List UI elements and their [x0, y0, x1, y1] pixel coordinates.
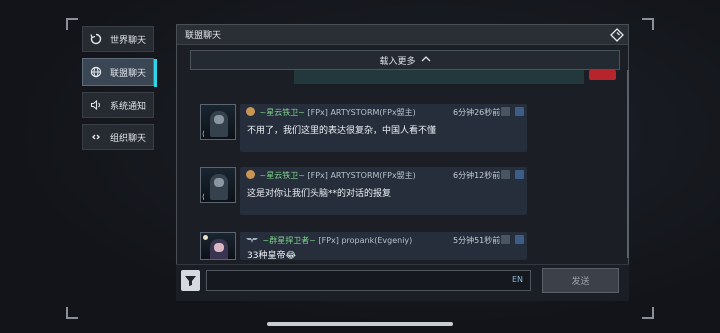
previous-message-fragment — [294, 70, 584, 84]
globe-icon — [90, 66, 102, 78]
filter-icon — [185, 276, 196, 286]
translate-icon[interactable] — [515, 107, 524, 116]
message-text: 这是对你让我们头脑**的对话的报复 — [247, 189, 392, 199]
avatar-face — [214, 243, 224, 252]
avatar-face — [214, 115, 224, 124]
message-time: 6分钟26秒前 — [453, 108, 501, 117]
rank-badge-icon — [246, 170, 255, 179]
nav-item-system-notice[interactable]: 系统通知 — [82, 92, 154, 118]
load-more-label: 载入更多 — [379, 56, 416, 67]
diamond-icon[interactable] — [610, 27, 624, 42]
panel-title: 联盟聊天 — [185, 31, 222, 41]
chat-input[interactable]: EN — [206, 270, 531, 291]
sender-guild: ~星云铁卫~ — [259, 171, 305, 180]
sender-line: ~群星捍卫者~ [FPx] propank(Evgeniy) — [246, 235, 412, 246]
message-bubble: ~星云铁卫~ [FPx] ARTYSTORM(FPx盟主) 6分钟12秒前 这是… — [240, 167, 527, 215]
sender-name[interactable]: ARTYSTORM(FPx盟主) — [330, 108, 415, 117]
speaker-icon — [90, 99, 102, 111]
rank-chevron-icon: ⟨ — [202, 193, 205, 201]
frame-corner — [66, 18, 78, 30]
nav-item-world-chat[interactable]: 世界聊天 — [82, 26, 154, 52]
avatar-face — [214, 178, 224, 187]
message-bubble: ~星云铁卫~ [FPx] ARTYSTORM(FPx盟主) 6分钟26秒前 不用… — [240, 104, 527, 152]
send-button[interactable]: 发送 — [542, 268, 619, 293]
rank-badge-icon — [246, 107, 255, 116]
nav-item-label: 世界聊天 — [110, 35, 147, 46]
frame-corner — [642, 18, 654, 30]
sender-tag: [FPx] — [318, 236, 339, 245]
nav-item-label: 系统通知 — [110, 101, 147, 112]
sender-guild: ~群星捍卫者~ — [262, 236, 316, 245]
send-button-label: 发送 — [571, 277, 590, 287]
alert-badge — [589, 70, 616, 80]
sender-name[interactable]: propank(Evgeniy) — [341, 236, 412, 245]
home-indicator[interactable] — [267, 322, 453, 326]
avatar[interactable]: ⟨ — [200, 167, 236, 203]
copy-icon[interactable] — [501, 170, 510, 179]
sender-line: ~星云铁卫~ [FPx] ARTYSTORM(FPx盟主) — [246, 170, 416, 181]
rank-chevron-icon: ⟨ — [202, 130, 205, 138]
sender-guild: ~星云铁卫~ — [259, 108, 305, 117]
load-more-button[interactable]: 载入更多 — [190, 50, 620, 70]
avatar[interactable] — [200, 232, 236, 260]
chat-scrollbar[interactable] — [627, 70, 629, 258]
frame-corner — [66, 307, 78, 319]
message-text: 33种皇帝😂 — [247, 251, 296, 261]
sender-tag: [FPx] — [307, 171, 328, 180]
online-dot — [203, 235, 208, 240]
filter-button[interactable] — [181, 270, 200, 291]
sender-name[interactable]: ARTYSTORM(FPx盟主) — [330, 171, 415, 180]
message-time: 6分钟12秒前 — [453, 171, 501, 180]
chevron-up-icon — [421, 55, 431, 65]
wing-badge-icon — [246, 236, 258, 244]
message-text: 不用了，我们这里的表达很复杂，中国人看不懂 — [247, 126, 437, 136]
sender-line: ~星云铁卫~ [FPx] ARTYSTORM(FPx盟主) — [246, 107, 416, 118]
active-indicator — [154, 59, 157, 87]
panel-header: 联盟聊天 — [177, 25, 628, 45]
sender-tag: [FPx] — [307, 108, 328, 117]
nav-item-alliance-chat[interactable]: 联盟聊天 — [82, 58, 157, 87]
frame-corner — [642, 307, 654, 319]
translate-icon[interactable] — [515, 170, 524, 179]
avatar[interactable]: ⟨ — [200, 104, 236, 140]
nav-item-label: 组织聊天 — [110, 133, 147, 144]
message-bubble: ~群星捍卫者~ [FPx] propank(Evgeniy) 5分钟51秒前 3… — [240, 232, 527, 261]
copy-icon[interactable] — [501, 107, 510, 116]
translate-icon[interactable] — [515, 235, 524, 244]
world-refresh-icon — [90, 33, 102, 45]
nav-item-label: 联盟聊天 — [110, 68, 147, 79]
language-toggle[interactable]: EN — [512, 275, 523, 284]
copy-icon[interactable] — [501, 235, 510, 244]
nav-item-organization-chat[interactable]: 组织聊天 — [82, 124, 154, 150]
message-time: 5分钟51秒前 — [453, 236, 501, 245]
link-icon — [90, 131, 102, 143]
